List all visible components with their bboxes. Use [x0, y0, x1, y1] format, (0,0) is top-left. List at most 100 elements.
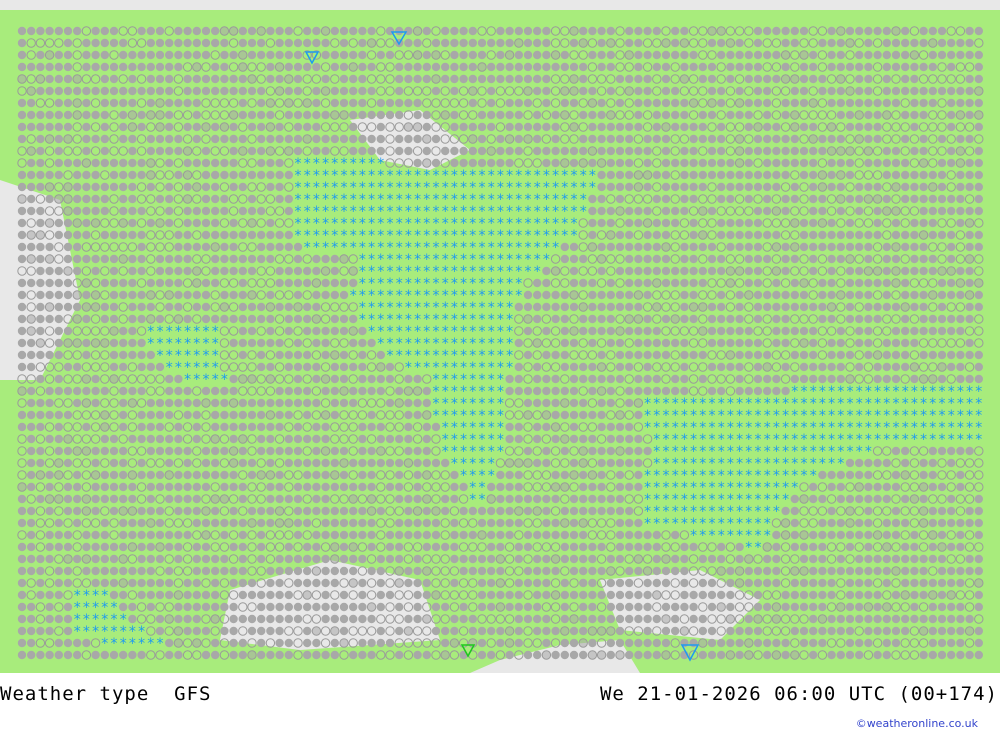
- overcast-circle-icon: [597, 410, 606, 420]
- overcast-circle-icon: [100, 50, 110, 60]
- overcast-circle-icon: [652, 62, 661, 72]
- overcast-circle-icon: [165, 410, 174, 420]
- overcast-circle-icon: [947, 314, 956, 324]
- overcast-circle-icon: [275, 470, 284, 480]
- overcast-circle-icon: [625, 398, 634, 408]
- overcast-circle-icon: [947, 446, 956, 456]
- overcast-circle-icon: [192, 134, 201, 144]
- half-cloudy-circle-icon: [762, 542, 772, 552]
- overcast-circle-icon: [680, 98, 689, 108]
- overcast-circle-icon: [220, 470, 229, 480]
- half-cloudy-circle-icon: [495, 602, 506, 612]
- half-cloudy-circle-icon: [210, 242, 220, 252]
- overcast-circle-icon: [542, 506, 551, 516]
- overcast-circle-icon: [873, 458, 882, 468]
- overcast-circle-icon: [652, 122, 661, 132]
- half-cloudy-circle-icon: [265, 122, 276, 132]
- overcast-circle-icon: [836, 98, 845, 108]
- half-cloudy-circle-icon: [412, 506, 423, 516]
- half-cloudy-circle-icon: [54, 194, 64, 204]
- overcast-circle-icon: [901, 26, 910, 36]
- overcast-circle-icon: [542, 74, 551, 84]
- overcast-circle-icon: [514, 338, 523, 348]
- overcast-circle-icon: [192, 518, 201, 528]
- overcast-circle-icon: [174, 26, 183, 36]
- overcast-circle-icon: [781, 338, 790, 348]
- overcast-circle-icon: [330, 530, 339, 540]
- overcast-circle-icon: [671, 98, 680, 108]
- overcast-circle-icon: [772, 530, 781, 540]
- overcast-circle-icon: [965, 614, 974, 624]
- overcast-circle-icon: [339, 134, 349, 144]
- overcast-circle-icon: [799, 554, 809, 564]
- overcast-circle-icon: [54, 122, 63, 132]
- overcast-circle-icon: [514, 482, 523, 492]
- overcast-circle-icon: [606, 374, 615, 384]
- overcast-circle-icon: [836, 554, 845, 564]
- overcast-circle-icon: [790, 374, 799, 384]
- overcast-circle-icon: [864, 98, 873, 108]
- overcast-circle-icon: [257, 398, 266, 408]
- overcast-circle-icon: [551, 122, 560, 132]
- overcast-circle-icon: [928, 542, 937, 552]
- overcast-circle-icon: [155, 398, 165, 408]
- overcast-circle-icon: [937, 290, 947, 300]
- overcast-circle-icon: [220, 86, 229, 96]
- overcast-circle-icon: [450, 482, 459, 492]
- overcast-circle-icon: [54, 638, 63, 648]
- overcast-circle-icon: [293, 458, 303, 468]
- overcast-circle-icon: [146, 422, 155, 432]
- overcast-circle-icon: [17, 182, 27, 192]
- overcast-circle-icon: [661, 86, 671, 96]
- overcast-circle-icon: [965, 314, 974, 324]
- overcast-circle-icon: [312, 326, 321, 336]
- overcast-circle-icon: [588, 602, 597, 612]
- overcast-circle-icon: [477, 110, 487, 120]
- overcast-circle-icon: [569, 278, 579, 288]
- overcast-circle-icon: [928, 650, 937, 660]
- overcast-circle-icon: [882, 578, 891, 588]
- overcast-circle-icon: [192, 206, 201, 216]
- overcast-circle-icon: [211, 134, 220, 144]
- overcast-circle-icon: [772, 566, 781, 576]
- overcast-circle-icon: [551, 434, 560, 444]
- overcast-circle-icon: [155, 26, 165, 36]
- half-cloudy-circle-icon: [707, 26, 717, 36]
- overcast-circle-icon: [339, 506, 349, 516]
- overcast-circle-icon: [339, 554, 349, 564]
- overcast-circle-icon: [266, 254, 275, 264]
- overcast-circle-icon: [597, 98, 606, 108]
- overcast-circle-icon: [146, 26, 155, 36]
- overcast-circle-icon: [560, 254, 569, 264]
- overcast-circle-icon: [257, 362, 266, 372]
- overcast-circle-icon: [284, 326, 293, 336]
- half-cloudy-circle-icon: [642, 170, 653, 180]
- overcast-circle-icon: [183, 446, 192, 456]
- overcast-circle-icon: [809, 266, 818, 276]
- overcast-circle-icon: [873, 362, 882, 372]
- overcast-circle-icon: [73, 206, 82, 216]
- overcast-circle-icon: [505, 158, 514, 168]
- half-cloudy-circle-icon: [311, 566, 322, 576]
- overcast-circle-icon: [395, 482, 404, 492]
- overcast-circle-icon: [477, 122, 487, 132]
- overcast-circle-icon: [827, 182, 836, 192]
- overcast-circle-icon: [284, 26, 293, 36]
- overcast-circle-icon: [965, 338, 974, 348]
- overcast-circle-icon: [597, 314, 606, 324]
- half-cloudy-circle-icon: [146, 158, 156, 168]
- overcast-circle-icon: [137, 350, 146, 360]
- overcast-circle-icon: [477, 146, 487, 156]
- overcast-circle-icon: [165, 278, 174, 288]
- overcast-circle-icon: [321, 278, 330, 288]
- half-cloudy-circle-icon: [311, 278, 322, 288]
- overcast-circle-icon: [349, 362, 358, 372]
- overcast-circle-icon: [441, 494, 450, 504]
- overcast-circle-icon: [707, 302, 717, 312]
- overcast-circle-icon: [891, 98, 901, 108]
- overcast-circle-icon: [100, 542, 110, 552]
- overcast-circle-icon: [63, 26, 73, 36]
- overcast-circle-icon: [661, 62, 671, 72]
- overcast-circle-icon: [358, 374, 367, 384]
- overcast-circle-icon: [671, 338, 680, 348]
